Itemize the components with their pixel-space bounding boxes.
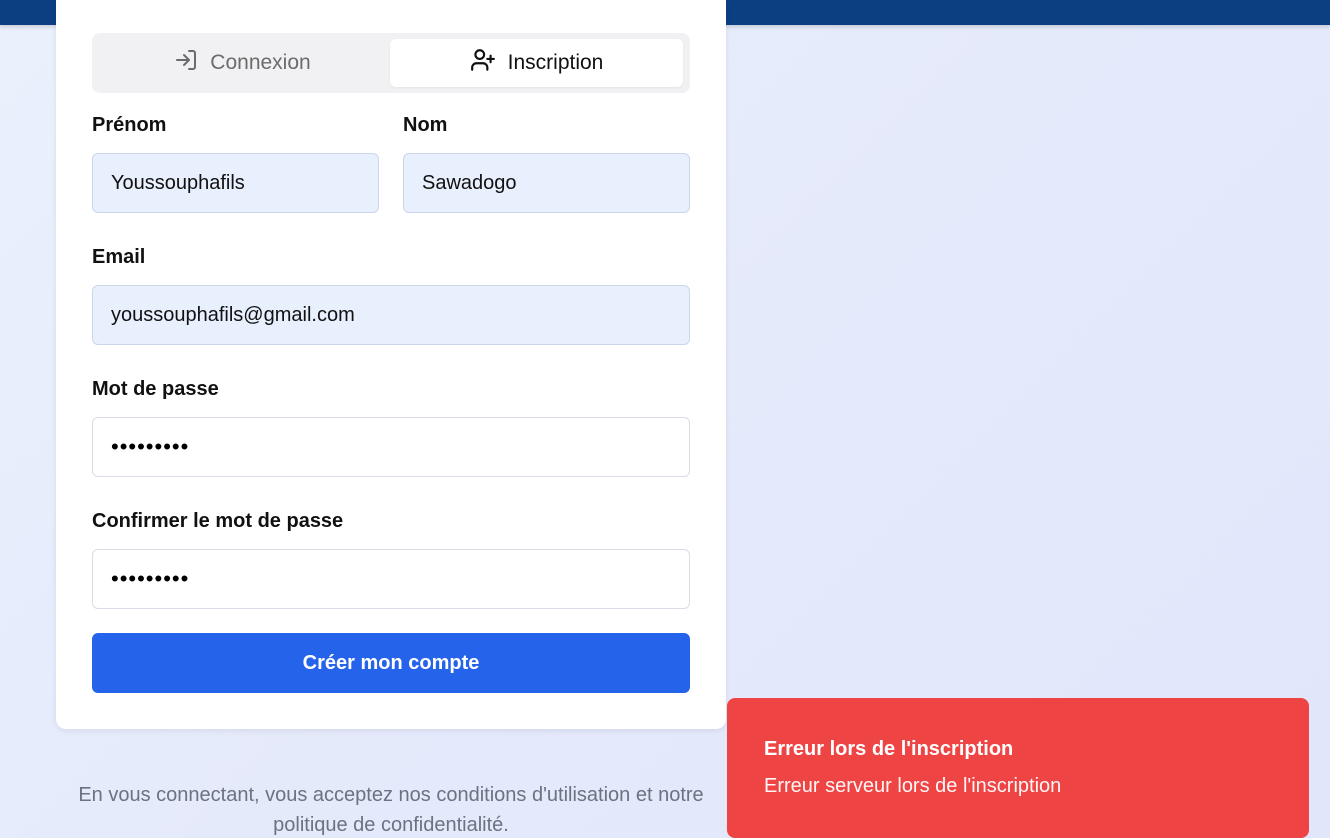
confirm-password-value: ••••••••• xyxy=(111,566,190,591)
error-toast[interactable]: Erreur lors de l'inscription Erreur serv… xyxy=(727,698,1309,838)
password-field[interactable]: ••••••••• xyxy=(92,417,690,477)
email-field[interactable]: youssouphafils@gmail.com xyxy=(92,285,690,345)
confirm-password-field[interactable]: ••••••••• xyxy=(92,549,690,609)
password-value: ••••••••• xyxy=(111,434,190,459)
log-in-icon xyxy=(174,48,210,78)
last-name-label: Nom xyxy=(403,114,448,136)
terms-notice: En vous connectant, vous acceptez nos co… xyxy=(78,784,704,836)
last-name-field[interactable]: Sawadogo xyxy=(403,153,690,213)
email-label: Email xyxy=(92,246,146,268)
toast-message: Erreur serveur lors de l'inscription xyxy=(764,775,1062,797)
tab-login[interactable]: Connexion xyxy=(96,39,389,87)
create-account-label: Créer mon compte xyxy=(302,651,480,674)
first-name-label: Prénom xyxy=(92,114,167,136)
auth-tabs: Connexion Inscription xyxy=(92,33,690,93)
toast-title: Erreur lors de l'inscription xyxy=(764,738,1014,760)
user-plus-icon xyxy=(470,47,508,79)
email-value: youssouphafils@gmail.com xyxy=(111,303,355,326)
tab-login-label: Connexion xyxy=(210,51,311,74)
tab-signup[interactable]: Inscription xyxy=(390,39,683,87)
last-name-value: Sawadogo xyxy=(422,171,517,194)
tab-signup-label: Inscription xyxy=(507,51,604,74)
confirm-password-label: Confirmer le mot de passe xyxy=(92,510,344,532)
auth-card: Connexion Inscription Prénom Youssouphaf… xyxy=(56,0,726,729)
first-name-value: Youssouphafils xyxy=(111,171,245,194)
create-account-button[interactable]: Créer mon compte xyxy=(92,633,690,693)
first-name-field[interactable]: Youssouphafils xyxy=(92,153,379,213)
password-label: Mot de passe xyxy=(92,378,219,400)
